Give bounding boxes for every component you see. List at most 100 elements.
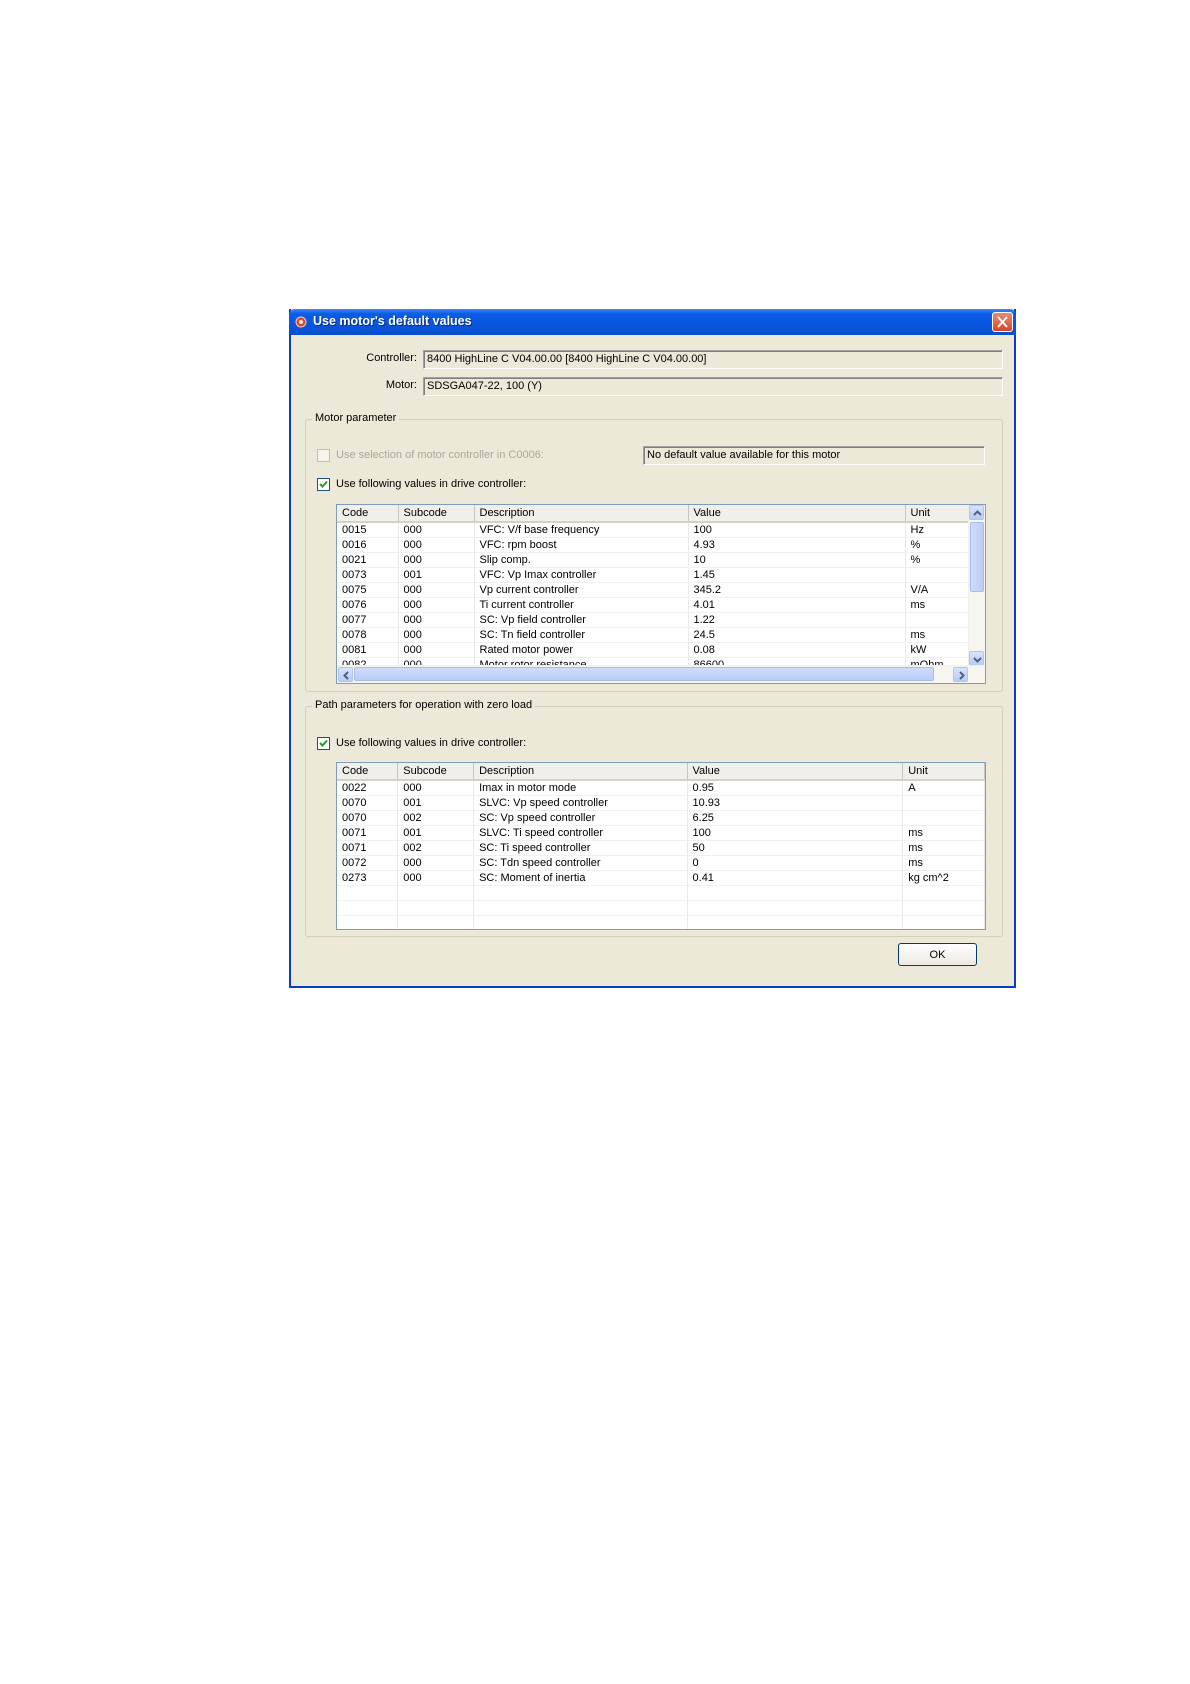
table-cell: ms — [905, 627, 972, 643]
controller-field: 8400 HighLine C V04.00.00 [8400 HighLine… — [423, 350, 1003, 369]
table-cell: Slip comp. — [474, 552, 689, 568]
scroll-up-button[interactable] — [969, 505, 984, 520]
table-cell: 001 — [397, 795, 475, 811]
motor-field: SDSGA047-22, 100 (Y) — [423, 377, 1003, 396]
scroll-down-button[interactable] — [969, 651, 984, 666]
table-cell: SC: Vp speed controller — [473, 810, 688, 826]
chevron-up-icon — [973, 510, 982, 516]
column-header-subcode[interactable]: Subcode — [398, 505, 475, 523]
table-row[interactable]: 0081 000 Rated motor power 0.08 kW — [337, 642, 972, 658]
table-row[interactable]: 0015 000 VFC: V/f base frequency 100 Hz — [337, 522, 972, 538]
table-cell: 0015 — [337, 522, 399, 538]
table-cell: kg cm^2 — [902, 870, 985, 886]
table-cell — [902, 795, 985, 811]
column-header-value[interactable]: Value — [687, 763, 904, 781]
table-cell — [905, 567, 972, 583]
column-header-unit[interactable]: Unit — [905, 505, 972, 523]
column-header-value[interactable]: Value — [688, 505, 906, 523]
checkmark-icon — [319, 739, 328, 747]
column-header-unit[interactable]: Unit — [902, 763, 985, 781]
controller-label: Controller: — [366, 352, 417, 364]
empty-table-row — [337, 915, 985, 929]
use-following-checkbox[interactable] — [317, 478, 330, 491]
table-row[interactable]: 0016 000 VFC: rpm boost 4.93% — [337, 537, 972, 553]
table-cell: 0 — [687, 855, 904, 871]
scroll-right-button[interactable] — [953, 667, 968, 682]
table-cell: % — [905, 552, 972, 568]
column-header-description[interactable]: Description — [474, 505, 689, 523]
table-cell: Hz — [905, 522, 972, 538]
table-cell: % — [905, 537, 972, 553]
window-title: Use motor's default values — [313, 314, 472, 328]
motor-table-horizontal-scrollbar[interactable] — [337, 665, 985, 683]
table-cell: Imax in motor mode — [473, 780, 688, 796]
motor-table-vertical-scrollbar[interactable] — [968, 505, 985, 666]
table-cell — [905, 612, 972, 628]
use-selection-checkbox[interactable] — [317, 449, 330, 462]
table-row[interactable]: 0076 000 Ti current controller 4.01 ms — [337, 597, 972, 613]
table-cell: 0021 — [337, 552, 399, 568]
table-cell: 001 — [397, 825, 475, 841]
title-bar[interactable]: Use motor's default values — [289, 309, 1016, 335]
table-cell: 50 — [687, 840, 904, 856]
path-use-following-label: Use following values in drive controller… — [336, 737, 527, 749]
table-row[interactable]: 0070 002 SC: Vp speed controller 6.25 — [337, 810, 985, 826]
table-cell: VFC: Vp Imax controller — [474, 567, 689, 583]
checkmark-icon — [319, 480, 328, 488]
table-cell: 000 — [398, 522, 475, 538]
table-cell: SC: Tdn speed controller — [473, 855, 688, 871]
no-default-field: No default value available for this moto… — [643, 446, 985, 465]
table-cell: 001 — [398, 567, 475, 583]
path-parameters-title: Path parameters for operation with zero … — [312, 699, 536, 711]
horizontal-scroll-thumb[interactable] — [354, 667, 934, 681]
empty-table-row — [337, 885, 985, 901]
table-cell: kW — [905, 642, 972, 658]
table-row[interactable]: 0273 000 SC: Moment of inertia 0.41 kg cm^2 — [337, 870, 985, 886]
table-row[interactable]: 0071 002 SC: Ti speed controller 50 ms — [337, 840, 985, 856]
use-selection-label: Use selection of motor controller in C00… — [336, 449, 544, 461]
path-use-following-checkbox[interactable] — [317, 737, 330, 750]
table-cell: 6.25 — [687, 810, 904, 826]
ok-button[interactable]: OK — [898, 943, 977, 966]
path-parameters-table: Code Subcode Description Value Unit 0022 000 I… — [336, 762, 986, 930]
table-cell: 4.01 — [688, 597, 906, 613]
table-row[interactable]: 0070 001 SLVC: Vp speed controller 10.93 — [337, 795, 985, 811]
table-cell: 000 — [398, 537, 475, 553]
vertical-scroll-thumb[interactable] — [970, 522, 984, 592]
column-header-description[interactable]: Description — [473, 763, 688, 781]
table-row[interactable]: 0077 000 SC: Vp field controller 1.22 — [337, 612, 972, 628]
table-row[interactable]: 0071 001 SLVC: Ti speed controller 100 ms — [337, 825, 985, 841]
table-cell: ms — [902, 855, 985, 871]
column-header-subcode[interactable]: Subcode — [397, 763, 475, 781]
table-row[interactable]: 0022 000 Imax in motor mode 0.95 A — [337, 780, 985, 796]
table-cell: Vp current controller — [474, 582, 689, 598]
table-cell — [397, 900, 475, 916]
table-cell: V/A — [905, 582, 972, 598]
chevron-down-icon — [973, 657, 982, 663]
column-header-code[interactable]: Code — [337, 763, 399, 781]
table-cell: Rated motor power — [474, 642, 689, 658]
table-cell: Ti current controller — [474, 597, 689, 613]
table-row[interactable]: 0072 000 SC: Tdn speed controller 0 ms — [337, 855, 985, 871]
table-cell — [902, 900, 985, 916]
table-cell — [337, 900, 399, 916]
table-row[interactable]: 0021 000 Slip comp. 10% — [337, 552, 972, 568]
table-cell: 002 — [397, 810, 475, 826]
scroll-left-button[interactable] — [338, 667, 353, 682]
table-cell — [902, 915, 985, 929]
table-cell — [337, 885, 399, 901]
table-row[interactable]: 0078 000 SC: Tn field controller 24.5 ms — [337, 627, 972, 643]
table-cell: 000 — [398, 552, 475, 568]
table-row[interactable]: 0075 000 Vp current controller 345.2 V/A — [337, 582, 972, 598]
close-button[interactable] — [992, 312, 1013, 332]
table-cell: 0070 — [337, 795, 399, 811]
table-row[interactable]: 0073 001 VFC: Vp Imax controller 1.45 — [337, 567, 972, 583]
table-cell — [687, 915, 904, 929]
table-cell — [473, 915, 688, 929]
table-cell — [687, 885, 904, 901]
column-header-code[interactable]: Code — [337, 505, 399, 523]
table-cell — [397, 885, 475, 901]
table-cell: 0071 — [337, 840, 399, 856]
table-cell: SLVC: Ti speed controller — [473, 825, 688, 841]
use-selection-row: Use selection of motor controller in C00… — [317, 449, 617, 463]
